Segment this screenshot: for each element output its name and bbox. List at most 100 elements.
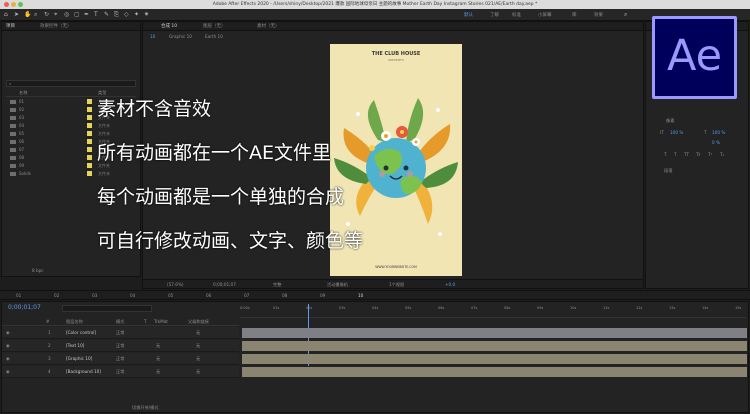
selection-tool-icon[interactable]: ➤ <box>14 11 19 18</box>
toggle-switches-modes[interactable]: 切换开关/模式 <box>132 405 159 411</box>
project-search-input[interactable]: ⌕ <box>6 80 136 87</box>
baseline-shift-value[interactable]: 0 % <box>712 140 720 145</box>
layer-name[interactable]: [Color control] <box>66 330 96 335</box>
project-item[interactable]: Solids 文件夹 <box>6 171 136 178</box>
eye-icon[interactable]: ◉ <box>6 343 10 348</box>
label-color[interactable] <box>87 123 92 128</box>
bit-depth-label[interactable]: 8 bpc <box>32 268 44 273</box>
layer-duration-bar[interactable] <box>242 328 747 338</box>
zoom-tool-icon[interactable]: ⌕ <box>34 11 37 19</box>
puppet-tool-icon[interactable]: ✷ <box>144 11 149 18</box>
timeline-layer-row[interactable]: ◉ 3 [Graphic 10] 正常 无 无 <box>2 353 239 365</box>
tab-footage[interactable]: 素材（无） <box>257 23 280 29</box>
project-item[interactable]: 04 文件夹 <box>6 123 136 130</box>
all-caps-button[interactable]: TT <box>684 152 689 157</box>
timeline-ruler[interactable]: 0:00s 01s 02s 03s 04s 05s 06s 07s 08s 09s 10s 11s 12… <box>240 304 746 318</box>
layer-trkmat[interactable]: 无 <box>156 343 160 349</box>
breadcrumb-comp[interactable]: 10 <box>150 34 155 39</box>
label-color[interactable] <box>87 131 92 136</box>
timeline-layer-row[interactable]: ◉ 1 [Color control] 正常 无 <box>2 327 239 339</box>
layer-mode[interactable]: 正常 <box>116 343 124 349</box>
unit-dropdown[interactable]: 像素 <box>666 118 674 124</box>
layer-parent[interactable]: 无 <box>196 356 200 362</box>
eraser-tool-icon[interactable]: ◇ <box>124 11 129 18</box>
stamp-tool-icon[interactable]: ⎘ <box>114 11 119 19</box>
zoom-dropdown[interactable]: (57.6%) <box>167 282 184 287</box>
column-name[interactable]: 名称 <box>19 90 27 96</box>
label-color[interactable] <box>87 107 92 112</box>
layer-parent[interactable]: 无 <box>196 369 200 375</box>
views-dropdown[interactable]: 1个视图 <box>389 282 404 288</box>
roto-tool-icon[interactable]: ✦ <box>134 11 139 18</box>
timeline-search-input[interactable] <box>62 305 152 312</box>
comp-tab[interactable]: 03 <box>92 293 97 298</box>
project-item[interactable]: 05 文件夹 <box>6 131 136 138</box>
layer-duration-bar[interactable] <box>242 367 747 377</box>
workspace-effects[interactable]: 效果 <box>594 12 603 18</box>
layer-name[interactable]: [Background 10] <box>66 369 101 374</box>
comp-tab[interactable]: 04 <box>130 293 135 298</box>
label-color[interactable] <box>87 155 92 160</box>
exposure-value[interactable]: +0.0 <box>445 282 455 287</box>
comp-tab[interactable]: 10 <box>358 293 363 298</box>
layer-name[interactable]: [Graphic 10] <box>66 356 92 361</box>
brush-tool-icon[interactable]: ✎ <box>104 11 109 18</box>
comp-tab[interactable]: 06 <box>206 293 211 298</box>
comp-tab[interactable]: 08 <box>282 293 287 298</box>
comp-tab[interactable]: 05 <box>168 293 173 298</box>
comp-tab[interactable]: 07 <box>244 293 249 298</box>
workspace-standard[interactable]: 标准 <box>512 12 521 18</box>
faux-italic-button[interactable]: T <box>674 152 677 157</box>
comp-timecode[interactable]: 0;00;01;07 <box>213 282 236 287</box>
layer-name[interactable]: [Text 10] <box>66 343 84 348</box>
pen-tool-icon[interactable]: ✒ <box>84 11 89 18</box>
faux-bold-button[interactable]: T <box>664 152 667 157</box>
rotate-tool-icon[interactable]: ↻ <box>44 11 49 18</box>
paragraph-panel-title[interactable]: 段落 <box>664 168 672 174</box>
vertical-scale-value[interactable]: 100 % <box>670 130 683 135</box>
timeline-timecode[interactable]: 0;00;01;07 <box>8 304 41 311</box>
timeline-layer-row[interactable]: ◉ 2 [Text 10] 正常 无 无 <box>2 340 239 352</box>
hand-tool-icon[interactable]: ✋ <box>24 11 31 18</box>
label-color[interactable] <box>87 139 92 144</box>
layer-parent[interactable]: 无 <box>196 343 200 349</box>
type-tool-icon[interactable]: T <box>94 11 98 18</box>
quality-dropdown[interactable]: 完整 <box>273 282 281 288</box>
label-color[interactable] <box>87 99 92 104</box>
layer-duration-bar[interactable] <box>242 354 747 364</box>
tab-layer[interactable]: 图层（无） <box>203 23 226 29</box>
search-help-icon[interactable]: ⌕ <box>624 11 627 19</box>
tab-project[interactable]: 项目 <box>6 23 15 29</box>
tab-effect-controls[interactable]: 效果控件（无） <box>40 23 72 29</box>
eye-icon[interactable]: ◉ <box>6 330 10 335</box>
superscript-button[interactable]: T¹ <box>708 152 712 157</box>
layer-mode[interactable]: 正常 <box>116 369 124 375</box>
comp-tab[interactable]: 01 <box>16 293 21 298</box>
workspace-libraries[interactable]: 库 <box>572 12 577 18</box>
workspace-default[interactable]: 默认 <box>464 12 473 18</box>
label-color[interactable] <box>87 115 92 120</box>
layer-mode[interactable]: 正常 <box>116 330 124 336</box>
home-icon[interactable]: ⌂ <box>4 11 8 18</box>
layer-mode[interactable]: 正常 <box>116 356 124 362</box>
layer-trkmat[interactable]: 无 <box>156 369 160 375</box>
eye-icon[interactable]: ◉ <box>6 369 10 374</box>
tab-composition[interactable]: 合成 10 <box>161 23 177 29</box>
layer-duration-bar[interactable] <box>242 341 747 351</box>
pan-behind-tool-icon[interactable]: ◎ <box>64 11 69 18</box>
workspace-learn[interactable]: 了解 <box>490 12 499 18</box>
camera-dropdown[interactable]: 活动摄像机 <box>327 282 348 288</box>
subscript-button[interactable]: T₁ <box>720 152 724 157</box>
horizontal-scale-value[interactable]: 100 % <box>712 130 725 135</box>
eye-icon[interactable]: ◉ <box>6 356 10 361</box>
label-color[interactable] <box>87 147 92 152</box>
timeline-layer-row[interactable]: ◉ 4 [Background 10] 正常 无 无 <box>2 366 239 378</box>
breadcrumb-graphic[interactable]: Graphic 10 <box>169 34 192 39</box>
label-color[interactable] <box>87 171 92 176</box>
breadcrumb-earth[interactable]: Earth 10 <box>205 34 223 39</box>
small-caps-button[interactable]: Tt <box>696 152 700 157</box>
camera-tool-icon[interactable]: ⌖ <box>54 11 57 19</box>
comp-tab[interactable]: 02 <box>54 293 59 298</box>
comp-tab[interactable]: 09 <box>320 293 325 298</box>
label-color[interactable] <box>87 163 92 168</box>
